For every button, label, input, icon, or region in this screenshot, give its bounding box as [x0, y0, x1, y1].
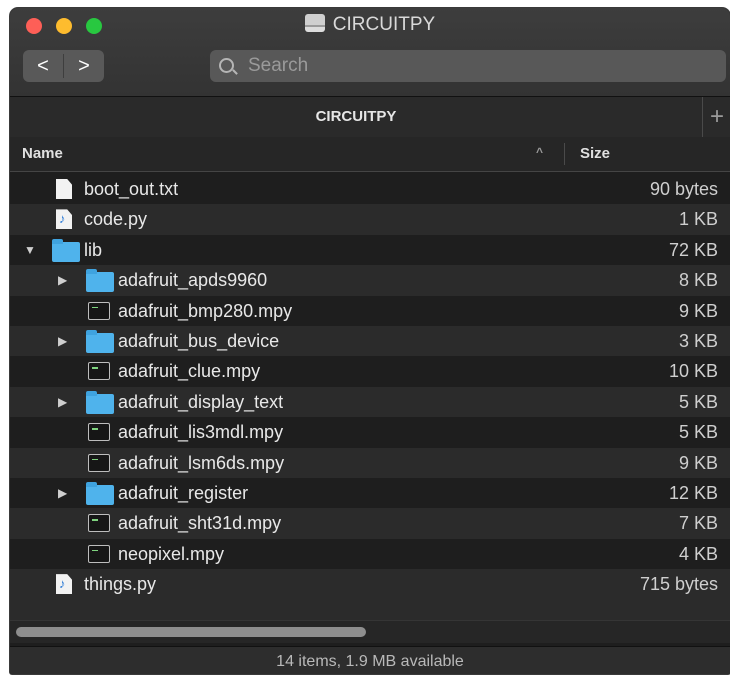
column-header: Name ^ Size: [10, 137, 730, 172]
file-size: 3 KB: [678, 330, 718, 351]
file-name: neopixel.mpy: [118, 543, 225, 564]
file-name: code.py: [84, 209, 148, 230]
finder-window: CIRCUITPY < > Search CIRCUITPY + Name ^ …: [10, 8, 730, 674]
file-size: 9 KB: [678, 300, 718, 321]
mpy-file-icon: [88, 544, 110, 563]
folder-icon: [86, 329, 114, 353]
file-name: adafruit_apds9960: [118, 270, 268, 291]
mpy-file-icon: [88, 301, 110, 320]
disclosure-collapsed-icon[interactable]: ▶: [58, 334, 70, 348]
empty-row: [10, 599, 730, 620]
file-size: 5 KB: [678, 391, 718, 412]
mpy-file-icon: [88, 362, 110, 381]
list-item[interactable]: code.py 1 KB: [10, 204, 730, 235]
title-bar[interactable]: CIRCUITPY < > Search: [10, 8, 730, 96]
list-item[interactable]: adafruit_lsm6ds.mpy 9 KB: [10, 447, 730, 478]
list-item[interactable]: adafruit_clue.mpy 10 KB: [10, 356, 730, 387]
disclosure-expanded-icon[interactable]: ▼: [24, 243, 36, 257]
mpy-file-icon: [88, 453, 110, 472]
file-size: 72 KB: [668, 239, 718, 260]
file-list: boot_out.txt 90 bytes code.py 1 KB ▼ lib 72 KB…: [10, 174, 730, 600]
mpy-file-icon: [88, 514, 110, 533]
text-file-icon: [56, 179, 72, 199]
list-item[interactable]: adafruit_bmp280.mpy 9 KB: [10, 295, 730, 326]
nav-buttons: < >: [23, 50, 104, 82]
folder-icon: [86, 269, 114, 293]
status-bar: 14 items, 1.9 MB available: [10, 646, 730, 674]
file-name: boot_out.txt: [84, 179, 179, 199]
python-file-icon: [56, 209, 72, 230]
folder-icon: [86, 390, 114, 414]
file-size: 8 KB: [678, 270, 718, 291]
list-item[interactable]: ▶ adafruit_bus_device 3 KB: [10, 325, 730, 357]
file-size: 7 KB: [678, 513, 718, 534]
sort-chevron-icon: ^: [536, 145, 544, 159]
list-item[interactable]: ▼ lib 72 KB: [10, 234, 730, 266]
file-size: 4 KB: [678, 543, 718, 564]
file-size: 1 KB: [678, 209, 718, 230]
file-name: adafruit_clue.mpy: [118, 361, 261, 382]
list-item[interactable]: adafruit_lis3mdl.mpy 5 KB: [10, 417, 730, 448]
disclosure-collapsed-icon[interactable]: ▶: [58, 395, 70, 409]
file-name: things.py: [84, 574, 157, 595]
new-tab-button[interactable]: +: [704, 97, 730, 137]
file-name: lib: [84, 239, 103, 260]
forward-button[interactable]: >: [64, 50, 104, 82]
back-button[interactable]: <: [23, 50, 63, 82]
file-name: adafruit_lsm6ds.mpy: [118, 452, 285, 473]
disclosure-collapsed-icon[interactable]: ▶: [58, 486, 70, 500]
list-item[interactable]: ▶ adafruit_register 12 KB: [10, 477, 730, 509]
search-input[interactable]: Search: [210, 50, 726, 82]
file-size: 10 KB: [668, 361, 718, 382]
list-item[interactable]: adafruit_sht31d.mpy 7 KB: [10, 508, 730, 539]
folder-icon: [52, 238, 80, 262]
tab-bar: CIRCUITPY +: [10, 96, 730, 138]
window-title-text: CIRCUITPY: [332, 14, 436, 35]
search-placeholder: Search: [248, 55, 309, 76]
list-item[interactable]: ▶ adafruit_display_text 5 KB: [10, 386, 730, 418]
list-item[interactable]: neopixel.mpy 4 KB: [10, 538, 730, 570]
tab-circuitpy[interactable]: CIRCUITPY: [10, 97, 703, 137]
file-size: 12 KB: [668, 482, 718, 503]
list-item[interactable]: things.py 715 bytes: [10, 569, 730, 600]
file-name: adafruit_register: [118, 482, 249, 503]
drive-icon: [304, 14, 325, 32]
list-item[interactable]: boot_out.txt 90 bytes: [10, 174, 730, 205]
file-name: adafruit_sht31d.mpy: [118, 513, 282, 534]
file-name: adafruit_bmp280.mpy: [118, 300, 293, 321]
list-item[interactable]: ▶ adafruit_apds9960 8 KB: [10, 265, 730, 296]
column-size-header[interactable]: Size: [580, 145, 610, 162]
mpy-file-icon: [88, 423, 110, 442]
file-name: adafruit_display_text: [118, 391, 284, 412]
window-title: CIRCUITPY: [10, 14, 730, 36]
file-size: 90 bytes: [649, 179, 718, 199]
column-divider[interactable]: [564, 143, 565, 165]
python-file-icon: [56, 574, 72, 595]
file-name: adafruit_lis3mdl.mpy: [118, 422, 284, 443]
horizontal-scrollbar[interactable]: [10, 620, 730, 643]
file-name: adafruit_bus_device: [118, 330, 280, 351]
column-name-header[interactable]: Name: [22, 145, 63, 162]
file-size: 715 bytes: [639, 574, 718, 595]
search-icon: [219, 58, 234, 73]
file-size: 5 KB: [678, 422, 718, 443]
file-size: 9 KB: [678, 452, 718, 473]
folder-icon: [86, 481, 114, 505]
scrollbar-thumb[interactable]: [16, 627, 366, 637]
disclosure-collapsed-icon[interactable]: ▶: [58, 273, 70, 287]
